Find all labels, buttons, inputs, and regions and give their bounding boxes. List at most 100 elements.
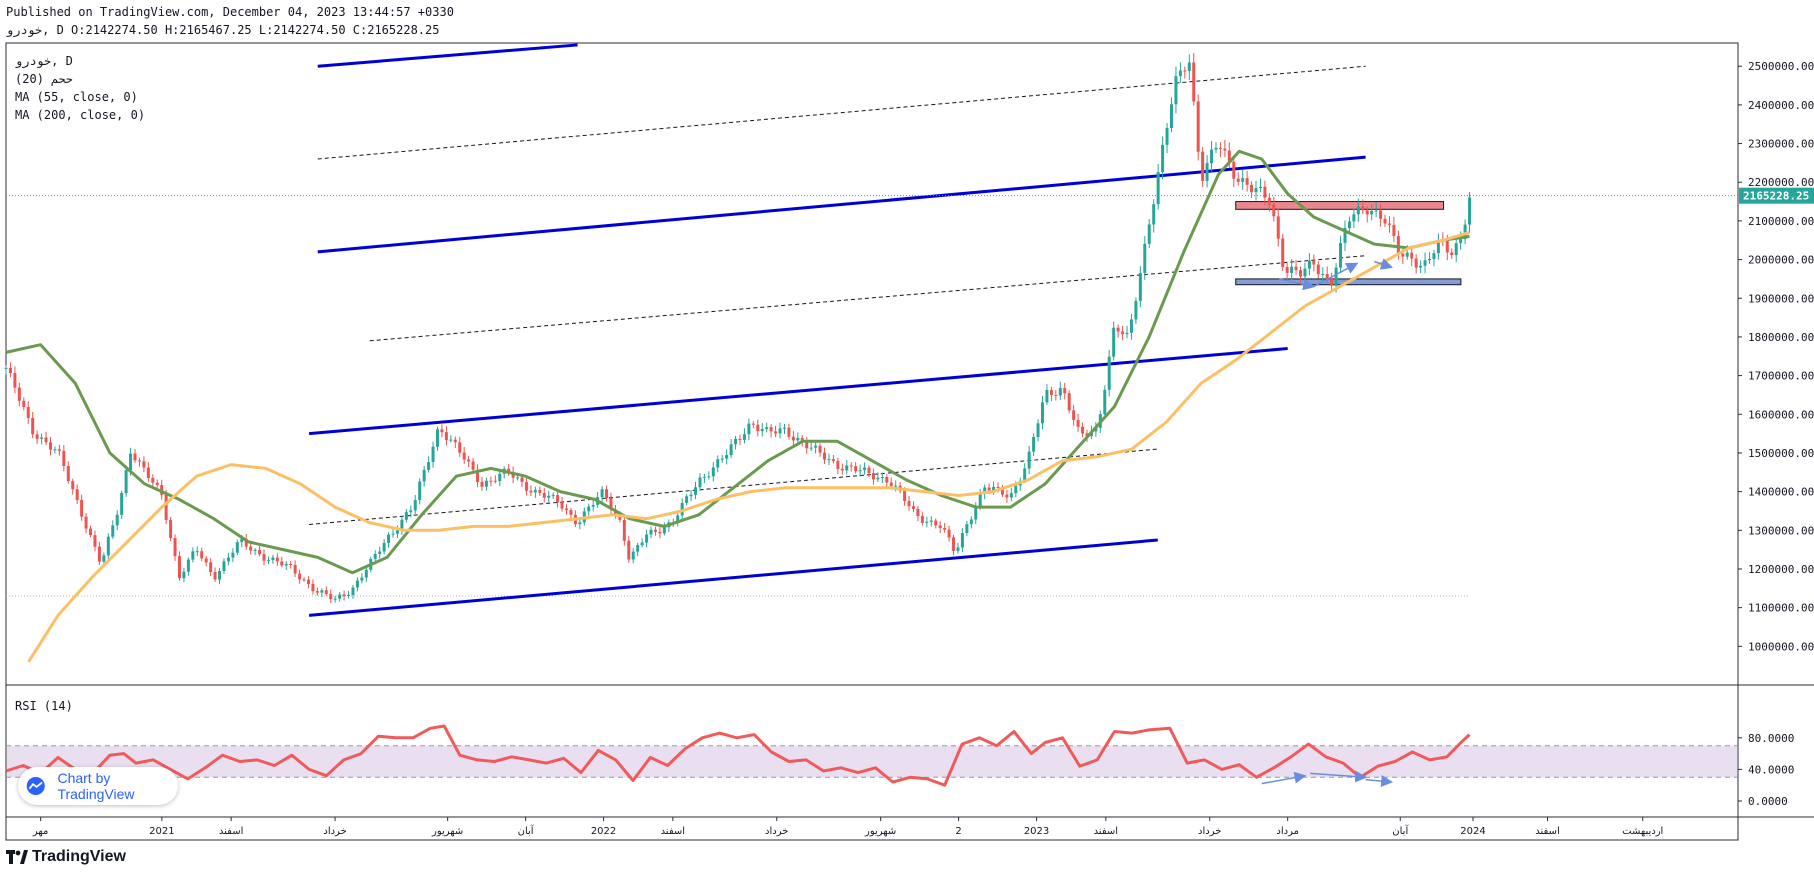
candle-body <box>1316 264 1320 275</box>
candle-body <box>1281 238 1285 267</box>
candle-body <box>880 477 884 479</box>
candle-body <box>903 490 907 501</box>
candle-body <box>876 477 880 480</box>
candle-body <box>1419 265 1423 268</box>
time-tick-label: 2021 <box>149 826 174 837</box>
plot-frame <box>5 42 1739 841</box>
candle-body <box>1365 210 1369 215</box>
price-tick-label: 1800000.00 <box>1748 331 1814 344</box>
candle-body <box>1405 252 1409 257</box>
candle-body <box>1339 243 1343 268</box>
candle-body <box>840 468 844 471</box>
candle-body <box>1370 210 1374 215</box>
chart-by-tradingview-badge[interactable]: Chart by TradingView <box>18 767 178 805</box>
candle-body <box>1401 253 1405 257</box>
candle-body <box>66 466 70 482</box>
candle-body <box>756 424 760 432</box>
candle-body <box>489 480 493 482</box>
candle-body <box>565 508 569 511</box>
time-tick-label: مرداد <box>1276 826 1299 837</box>
candle-body <box>355 580 359 588</box>
candle-body <box>716 459 720 468</box>
candle-body <box>151 478 155 483</box>
candle-body <box>75 489 79 501</box>
candle-body <box>1267 197 1271 205</box>
footer-label: TradingView <box>32 848 126 865</box>
time-tick-label: مهر <box>32 826 48 837</box>
candle-body <box>458 442 462 453</box>
candle-body <box>965 524 969 534</box>
candle-body <box>1285 266 1289 273</box>
price-tick-label: 2100000.00 <box>1748 215 1814 228</box>
candle-body <box>280 561 284 566</box>
time-tick-label: 2 <box>955 826 961 837</box>
candle-body <box>1134 300 1138 320</box>
candle-body <box>133 453 137 461</box>
candle-body <box>329 593 333 600</box>
candle-body <box>1005 494 1009 498</box>
candle-body <box>71 481 75 490</box>
candle-body <box>894 485 898 487</box>
time-tick-label: شهریور <box>431 826 463 837</box>
candle-body <box>591 504 595 507</box>
candle-body <box>1303 268 1307 277</box>
rsi-label[interactable]: RSI (14) <box>15 699 73 713</box>
time-tick-label: اسفند <box>1535 826 1559 837</box>
price-tick-label: 1100000.00 <box>1748 602 1814 615</box>
candle-body <box>751 423 755 425</box>
candle-body <box>298 573 302 580</box>
candle-body <box>640 542 644 546</box>
candle-body <box>435 429 439 447</box>
candle-body <box>831 459 835 461</box>
time-tick-label: 2024 <box>1460 826 1485 837</box>
candle-body <box>1076 419 1080 427</box>
legend-symbol[interactable]: خودرو, D <box>15 54 73 68</box>
candle-body <box>1379 210 1383 219</box>
candle-body <box>685 496 689 503</box>
candle-body <box>943 528 947 530</box>
candle-body <box>262 554 266 561</box>
candle-body <box>551 495 555 497</box>
candle-body <box>907 500 911 507</box>
candle-body <box>182 571 186 579</box>
candle-body <box>395 530 399 534</box>
candle-body <box>747 423 751 435</box>
time-tick-label: اسفند <box>1094 826 1118 837</box>
candle-body <box>1072 410 1076 420</box>
candle-body <box>1152 204 1156 225</box>
candle-body <box>689 494 693 497</box>
candle-body <box>115 514 119 526</box>
candle-body <box>31 417 35 435</box>
candle-body <box>1374 210 1378 212</box>
candle-body <box>1040 402 1044 424</box>
candle-body <box>1112 327 1116 357</box>
rsi-tick-label: 80.0000 <box>1748 732 1794 745</box>
time-tick-label: آبان <box>1392 824 1409 837</box>
candle-body <box>360 577 364 581</box>
candle-body <box>164 494 168 520</box>
candle-body <box>849 465 853 467</box>
footer-logo[interactable]: TradingView <box>6 848 126 866</box>
candle-body <box>1103 389 1107 415</box>
candle-body <box>1450 252 1454 256</box>
candle-body <box>235 542 239 553</box>
channel-line-4 <box>317 65 1366 160</box>
candle-body <box>653 529 657 532</box>
candle-body <box>200 551 204 559</box>
candle-body <box>1423 260 1427 266</box>
price-chart[interactable]: 1000000.00 1100000.00 1200000.00 1300000.00… <box>0 0 1814 875</box>
candle-body <box>142 461 146 468</box>
time-tick-label: 2022 <box>591 826 616 837</box>
legend-ma55[interactable]: MA (55, close, 0) <box>15 90 138 104</box>
candle-body <box>186 559 190 572</box>
candle-body <box>587 506 591 512</box>
candle-body <box>605 489 609 498</box>
legend-volume[interactable]: ححم (20) <box>15 72 73 86</box>
legend-ma200[interactable]: MA (200, close, 0) <box>15 108 145 122</box>
candle-body <box>934 520 938 526</box>
candle-body <box>1129 319 1133 333</box>
candle-body <box>1210 149 1214 164</box>
candle-body <box>13 373 17 388</box>
candle-body <box>1325 273 1329 278</box>
candle-body <box>1232 161 1236 179</box>
